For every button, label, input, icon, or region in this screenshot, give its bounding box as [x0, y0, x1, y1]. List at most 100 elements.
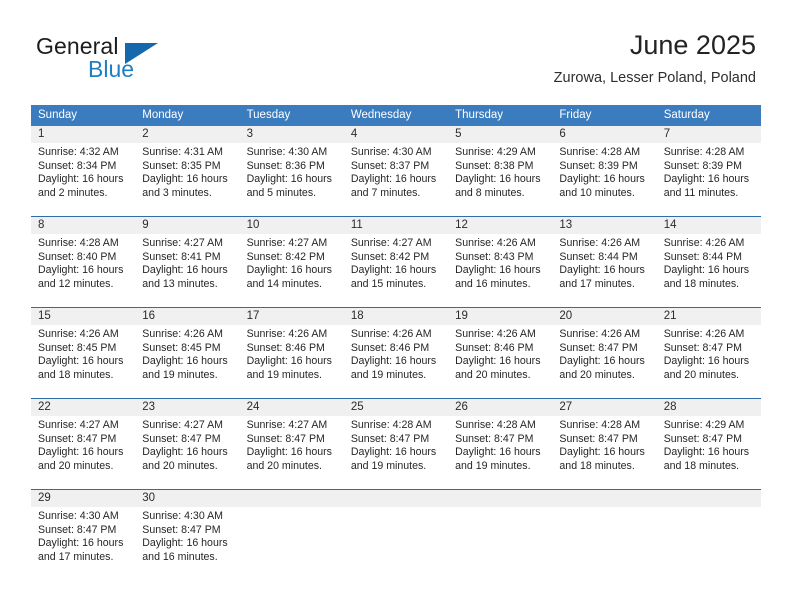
- day-cell: Sunrise: 4:26 AM Sunset: 8:46 PM Dayligh…: [344, 325, 448, 398]
- day-cell: Sunrise: 4:26 AM Sunset: 8:47 PM Dayligh…: [552, 325, 656, 398]
- sunset-text: Sunset: 8:47 PM: [350, 432, 430, 445]
- sunset-text: Sunset: 8:44 PM: [663, 250, 743, 263]
- daylight-text-line2: and 11 minutes.: [663, 186, 739, 199]
- day-number[interactable]: 28: [657, 399, 761, 416]
- sunrise-text: Sunrise: 4:26 AM: [663, 237, 745, 249]
- day-number[interactable]: 17: [240, 308, 344, 325]
- day-number[interactable]: 22: [31, 399, 135, 416]
- sunrise-text: Sunrise: 4:30 AM: [350, 146, 432, 158]
- day-number[interactable]: 11: [344, 217, 448, 234]
- day-number[interactable]: 7: [657, 126, 761, 143]
- sunset-text: Sunset: 8:47 PM: [38, 432, 117, 445]
- day-number[interactable]: 9: [135, 217, 239, 234]
- sunrise-text: Sunrise: 4:29 AM: [663, 419, 745, 431]
- day-number[interactable]: 16: [135, 308, 239, 325]
- day-cell: Sunrise: 4:30 AM Sunset: 8:36 PM Dayligh…: [240, 143, 344, 216]
- day-cell: Sunrise: 4:26 AM Sunset: 8:43 PM Dayligh…: [448, 234, 552, 307]
- sunset-text: Sunset: 8:46 PM: [455, 341, 534, 354]
- sunset-text: Sunset: 8:46 PM: [350, 341, 430, 354]
- day-number[interactable]: 4: [344, 126, 448, 143]
- sunrise-text: Sunrise: 4:30 AM: [142, 510, 223, 522]
- sunset-text: Sunset: 8:35 PM: [142, 159, 221, 172]
- calendar-grid: Sunday Monday Tuesday Wednesday Thursday…: [31, 105, 761, 580]
- day-number[interactable]: 23: [135, 399, 239, 416]
- day-number[interactable]: 21: [657, 308, 761, 325]
- day-cell: Sunrise: 4:27 AM Sunset: 8:47 PM Dayligh…: [135, 416, 239, 489]
- weekday-header-saturday: Saturday: [663, 109, 710, 121]
- day-number[interactable]: 30: [135, 490, 239, 507]
- day-cell: Sunrise: 4:26 AM Sunset: 8:46 PM Dayligh…: [240, 325, 344, 398]
- day-cell: Sunrise: 4:30 AM Sunset: 8:47 PM Dayligh…: [31, 507, 135, 580]
- daylight-text-line1: Daylight: 16 hours: [663, 355, 750, 368]
- day-number-empty: [657, 490, 761, 507]
- daylight-text-line2: and 15 minutes.: [350, 277, 427, 290]
- sunrise-text: Sunrise: 4:26 AM: [142, 328, 223, 340]
- day-number[interactable]: 2: [135, 126, 239, 143]
- sunset-text: Sunset: 8:47 PM: [142, 523, 221, 536]
- sunrise-text: Sunrise: 4:27 AM: [246, 419, 328, 431]
- sunrise-text: Sunrise: 4:26 AM: [38, 328, 119, 340]
- day-number[interactable]: 26: [448, 399, 552, 416]
- day-number[interactable]: 15: [31, 308, 135, 325]
- day-number[interactable]: 12: [448, 217, 552, 234]
- daylight-text-line1: Daylight: 16 hours: [663, 446, 750, 459]
- daylight-text-line1: Daylight: 16 hours: [350, 173, 437, 186]
- day-cell-empty: [552, 507, 656, 580]
- day-number[interactable]: 18: [344, 308, 448, 325]
- day-number[interactable]: 19: [448, 308, 552, 325]
- day-number[interactable]: 1: [31, 126, 135, 143]
- daylight-text-line1: Daylight: 16 hours: [559, 264, 645, 277]
- daylight-text-line2: and 18 minutes.: [559, 459, 635, 472]
- daylight-text-line1: Daylight: 16 hours: [559, 446, 645, 459]
- day-number[interactable]: 25: [344, 399, 448, 416]
- logo-general-blue[interactable]: General Blue: [36, 33, 256, 93]
- daylight-text-line1: Daylight: 16 hours: [350, 355, 437, 368]
- daylight-text-line1: Daylight: 16 hours: [559, 355, 645, 368]
- daylight-text-line2: and 20 minutes.: [142, 459, 218, 472]
- daylight-text-line1: Daylight: 16 hours: [142, 446, 228, 459]
- day-cell: Sunrise: 4:28 AM Sunset: 8:39 PM Dayligh…: [657, 143, 761, 216]
- daylight-text-line1: Daylight: 16 hours: [142, 264, 228, 277]
- day-number[interactable]: 29: [31, 490, 135, 507]
- day-number[interactable]: 8: [31, 217, 135, 234]
- sunrise-text: Sunrise: 4:28 AM: [559, 419, 641, 431]
- daylight-text-line2: and 5 minutes.: [246, 186, 317, 199]
- week-row: 22 23 24 25 26 27 28 Sunrise: 4:27 AM Su…: [31, 398, 761, 489]
- day-number[interactable]: 14: [657, 217, 761, 234]
- daylight-text-line2: and 19 minutes.: [455, 459, 531, 472]
- daylight-text-line1: Daylight: 16 hours: [38, 355, 124, 368]
- weekday-header-friday: Friday: [559, 109, 592, 121]
- day-number[interactable]: 13: [552, 217, 656, 234]
- day-number[interactable]: 5: [448, 126, 552, 143]
- day-cell: Sunrise: 4:27 AM Sunset: 8:47 PM Dayligh…: [31, 416, 135, 489]
- sunrise-text: Sunrise: 4:26 AM: [663, 328, 745, 340]
- sunset-text: Sunset: 8:41 PM: [142, 250, 221, 263]
- sunset-text: Sunset: 8:45 PM: [142, 341, 221, 354]
- day-number[interactable]: 10: [240, 217, 344, 234]
- sunrise-text: Sunrise: 4:26 AM: [559, 328, 641, 340]
- day-cell: Sunrise: 4:30 AM Sunset: 8:47 PM Dayligh…: [135, 507, 239, 580]
- page-title: June 2025: [629, 30, 756, 60]
- sunset-text: Sunset: 8:47 PM: [663, 432, 743, 445]
- sunset-text: Sunset: 8:47 PM: [559, 341, 638, 354]
- daylight-text-line1: Daylight: 16 hours: [38, 537, 124, 550]
- daylight-text-line1: Daylight: 16 hours: [350, 446, 437, 459]
- sunset-text: Sunset: 8:38 PM: [455, 159, 534, 172]
- daylight-text-line1: Daylight: 16 hours: [38, 173, 124, 186]
- week-detail-band: Sunrise: 4:30 AM Sunset: 8:47 PM Dayligh…: [31, 507, 761, 580]
- weekday-header-sunday: Sunday: [38, 109, 78, 121]
- daylight-text-line2: and 12 minutes.: [38, 277, 114, 290]
- day-number[interactable]: 20: [552, 308, 656, 325]
- week-row: 8 9 10 11 12 13 14 Sunrise: 4:28 AM Suns…: [31, 216, 761, 307]
- day-cell: Sunrise: 4:28 AM Sunset: 8:40 PM Dayligh…: [31, 234, 135, 307]
- daylight-text-line2: and 10 minutes.: [559, 186, 635, 199]
- day-number[interactable]: 27: [552, 399, 656, 416]
- weekday-header-wednesday: Wednesday: [350, 109, 412, 121]
- day-number[interactable]: 24: [240, 399, 344, 416]
- day-number[interactable]: 6: [552, 126, 656, 143]
- daylight-text-line1: Daylight: 16 hours: [455, 446, 541, 459]
- day-number[interactable]: 3: [240, 126, 344, 143]
- sunset-text: Sunset: 8:42 PM: [246, 250, 325, 263]
- sunset-text: Sunset: 8:47 PM: [455, 432, 534, 445]
- sunrise-text: Sunrise: 4:28 AM: [559, 146, 641, 158]
